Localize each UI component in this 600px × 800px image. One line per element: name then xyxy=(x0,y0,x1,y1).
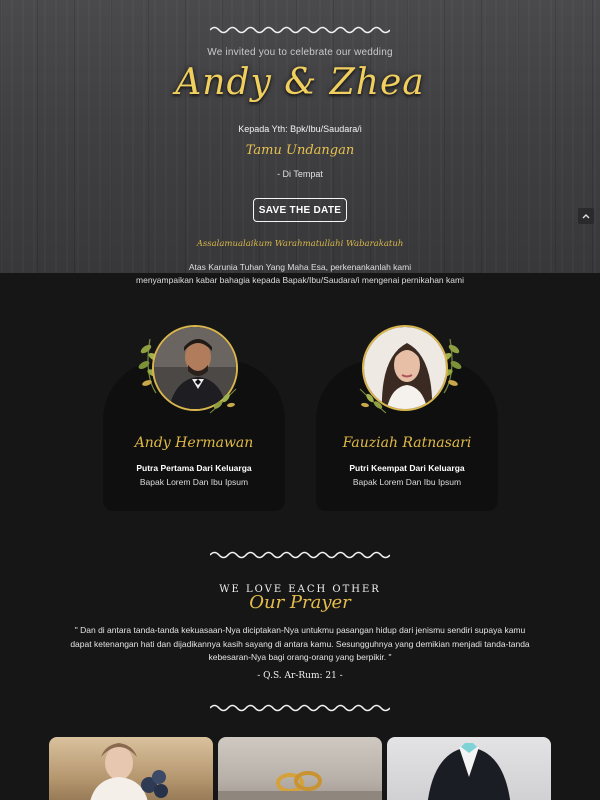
bride-name: Fauziah Ratnasari xyxy=(342,435,472,451)
bride-role: Putri Keempat Dari Keluarga xyxy=(349,463,465,473)
leaf-ornament-icon xyxy=(209,388,237,414)
wave-divider-icon xyxy=(210,26,390,34)
gallery-photo-bride[interactable] xyxy=(49,737,213,800)
groom-portrait xyxy=(138,323,240,414)
intro-line-1: Atas Karunia Tuhan Yang Maha Esa, perken… xyxy=(188,262,412,272)
gallery-photo-rings[interactable] xyxy=(218,737,382,800)
bride-portrait xyxy=(359,323,462,414)
save-the-date-button[interactable]: SAVE THE DATE xyxy=(253,198,347,222)
gallery-photo-groom[interactable] xyxy=(387,737,551,800)
guest-name: Tamu Undangan xyxy=(245,143,355,158)
prayer-verse: " Dan di antara tanda-tanda kekuasaan-Ny… xyxy=(70,625,530,662)
intro-line-2: menyampaikan kabar bahagia kepada Bapak/… xyxy=(136,275,464,285)
wave-divider-icon xyxy=(210,704,390,712)
bride-parents: Bapak Lorem Dan Ibu Ipsum xyxy=(352,477,462,487)
chevron-up-icon xyxy=(582,214,590,219)
intro-text: Atas Karunia Tuhan Yang Maha Esa, perken… xyxy=(0,261,600,287)
invite-line: We invited you to celebrate our wedding xyxy=(207,47,393,58)
place-line: - Di Tempat xyxy=(277,169,323,179)
wave-divider-icon xyxy=(210,551,390,559)
couple-title: Andy & Zhea xyxy=(175,62,425,103)
recipient-label: Kepada Yth: Bpk/Ibu/Saudara/i xyxy=(238,124,362,134)
hero-section: We invited you to celebrate our wedding … xyxy=(0,0,600,273)
groom-role: Putra Pertama Dari Keluarga xyxy=(136,463,252,473)
groom-name: Andy Hermawan xyxy=(134,435,254,451)
leaf-ornament-icon xyxy=(359,388,387,414)
scroll-top-button[interactable] xyxy=(578,208,594,224)
prayer-title: Our Prayer xyxy=(249,592,351,613)
prayer-source: - Q.S. Ar-Rum: 21 - xyxy=(257,671,343,681)
groom-parents: Bapak Lorem Dan Ibu Ipsum xyxy=(139,477,249,487)
greeting-salam: Assalamualaikum Warahmatullahi Wabarakat… xyxy=(196,239,404,249)
